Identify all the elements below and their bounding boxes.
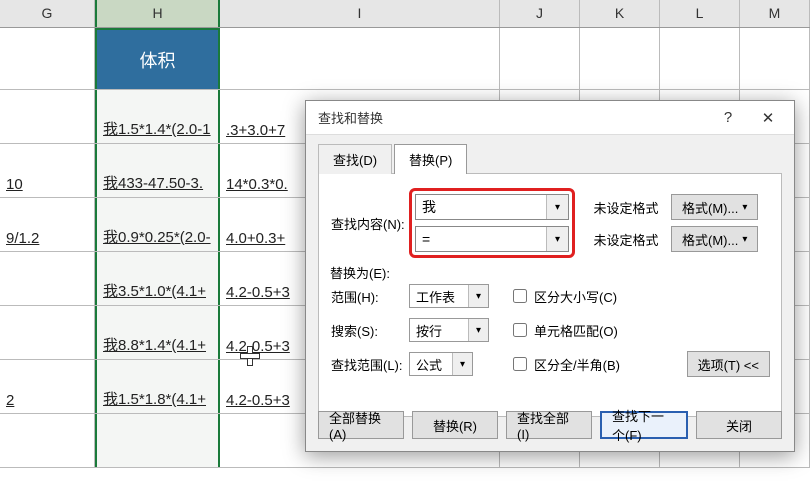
chevron-down-icon[interactable]: ▾ [546, 195, 568, 219]
format-button-replace[interactable]: 格式(M)...▾ [671, 226, 758, 252]
replace-button[interactable]: 替换(R) [412, 411, 498, 439]
cell[interactable] [220, 28, 500, 89]
find-label: 查找内容(N): [331, 214, 409, 233]
cell[interactable] [0, 28, 95, 89]
close-button[interactable]: ✕ [748, 103, 788, 133]
replace-label: 替换为(E): [330, 263, 390, 282]
find-all-button[interactable]: 查找全部(I) [506, 411, 592, 439]
find-combo: ▾ [415, 194, 569, 220]
match-whole-checkbox[interactable]: 单元格匹配(O) [509, 320, 769, 340]
find-row: 查找内容(N): ▾ ▾ 未设定格式 格式(M)...▾ [331, 188, 769, 258]
scope-label: 范围(H): [331, 287, 409, 306]
chevron-down-icon: ▾ [468, 285, 488, 307]
cell[interactable]: 我3.5*1.0*(4.1+ [95, 252, 220, 305]
cell[interactable] [580, 28, 660, 89]
checkbox-icon[interactable] [513, 323, 527, 337]
col-header-l[interactable]: L [660, 0, 740, 27]
tab-find[interactable]: 查找(D) [318, 144, 392, 174]
no-format-label: 未设定格式 [589, 230, 663, 249]
tab-replace[interactable]: 替换(P) [394, 144, 467, 174]
close-dialog-button[interactable]: 关闭 [696, 411, 782, 439]
match-case-checkbox[interactable]: 区分大小写(C) [509, 286, 769, 306]
caret-down-icon: ▾ [742, 202, 747, 213]
chevron-down-icon[interactable]: ▾ [546, 227, 568, 251]
cell[interactable]: 我433-47.50-3. [95, 144, 220, 197]
format-button-find[interactable]: 格式(M)...▾ [671, 194, 758, 220]
col-header-i[interactable]: I [220, 0, 500, 27]
column-header-row: G H I J K L M [0, 0, 810, 28]
cell[interactable] [0, 306, 95, 359]
find-replace-dialog: 查找和替换 ? ✕ 查找(D) 替换(P) 查找内容(N): ▾ ▾ 未设定格式 [305, 100, 795, 452]
cell[interactable] [0, 252, 95, 305]
cell[interactable] [0, 90, 95, 143]
h-title-cell[interactable]: 体积 [95, 28, 220, 89]
dialog-button-row: 全部替换(A) 替换(R) 查找全部(I) 查找下一个(F) 关闭 [318, 411, 782, 439]
cell[interactable] [500, 28, 580, 89]
col-header-k[interactable]: K [580, 0, 660, 27]
find-input[interactable] [416, 195, 546, 219]
cell[interactable]: 2 [0, 360, 95, 413]
cell[interactable] [740, 28, 810, 89]
col-header-g[interactable]: G [0, 0, 95, 27]
cell[interactable]: 我8.8*1.4*(4.1+ [95, 306, 220, 359]
chevron-down-icon: ▾ [468, 319, 488, 341]
options-toggle-button[interactable]: 选项(T) << [687, 351, 770, 377]
col-header-j[interactable]: J [500, 0, 580, 27]
replace-input[interactable] [416, 227, 546, 251]
cell[interactable]: 我1.5*1.8*(4.1+ [95, 360, 220, 413]
scope-select[interactable]: 工作表 ▾ [409, 284, 489, 308]
col-header-m[interactable]: M [740, 0, 810, 27]
search-label: 搜索(S): [331, 321, 409, 340]
cell[interactable]: 我0.9*0.25*(2.0- [95, 198, 220, 251]
no-format-label: 未设定格式 [589, 198, 663, 217]
replace-combo: ▾ [415, 226, 569, 252]
search-select[interactable]: 按行 ▾ [409, 318, 489, 342]
chevron-down-icon: ▾ [452, 353, 472, 375]
cell[interactable]: 9/1.2 [0, 198, 95, 251]
cell[interactable] [95, 414, 220, 467]
dialog-title: 查找和替换 [318, 108, 708, 127]
checkbox-icon[interactable] [513, 357, 527, 371]
caret-down-icon: ▾ [742, 234, 747, 245]
cell[interactable] [660, 28, 740, 89]
cell[interactable]: 10 [0, 144, 95, 197]
find-next-button[interactable]: 查找下一个(F) [600, 411, 688, 439]
cell[interactable] [0, 414, 95, 467]
lookin-select[interactable]: 公式 ▾ [409, 352, 473, 376]
table-title-row: 体积 [0, 28, 810, 90]
help-button[interactable]: ? [708, 103, 748, 133]
replace-panel: 查找内容(N): ▾ ▾ 未设定格式 格式(M)...▾ [318, 173, 782, 417]
col-header-h[interactable]: H [95, 0, 220, 27]
dialog-titlebar: 查找和替换 ? ✕ [306, 101, 794, 135]
highlight-box: ▾ ▾ [409, 188, 575, 258]
cell[interactable]: 我1.5*1.4*(2.0-1 [95, 90, 220, 143]
dialog-tabs: 查找(D) 替换(P) [306, 135, 794, 173]
replace-all-button[interactable]: 全部替换(A) [318, 411, 404, 439]
lookin-label: 查找范围(L): [331, 355, 409, 374]
checkbox-icon[interactable] [513, 289, 527, 303]
